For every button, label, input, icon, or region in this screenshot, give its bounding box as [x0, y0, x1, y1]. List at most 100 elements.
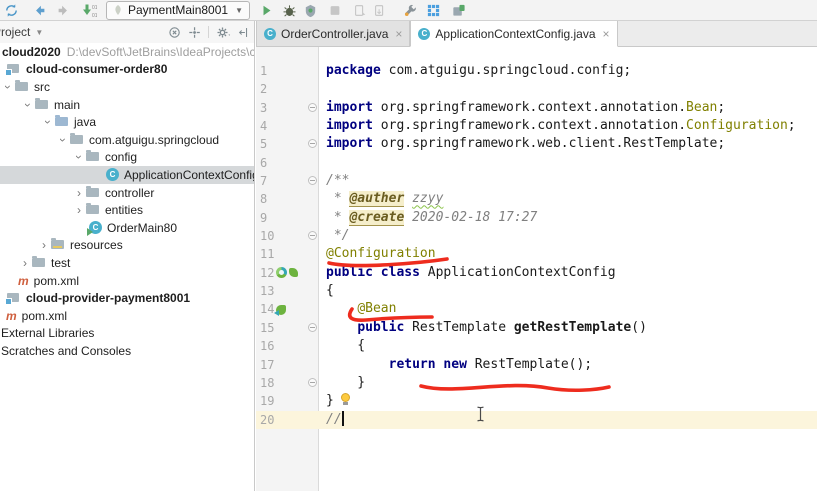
tree-item-scratches-and-consoles[interactable]: Scratches and Consoles [0, 342, 254, 360]
tree-item-com-atguigu-springcloud[interactable]: › com.atguigu.springcloud [0, 131, 254, 149]
tab-ordercontroller-java[interactable]: C OrderController.java × [256, 21, 411, 46]
code-line[interactable]: 9 * @create 2020-02-18 17:27 [256, 209, 817, 227]
forward-arrow-icon[interactable] [56, 1, 70, 19]
attach-profiler-icon[interactable] [373, 1, 387, 19]
coverage-icon[interactable] [303, 1, 318, 19]
chevron-expanded-icon[interactable]: › [1, 82, 15, 92]
close-icon[interactable]: × [603, 28, 610, 40]
fold-marker-icon[interactable] [307, 377, 317, 387]
code-line[interactable]: 8 * @auther zzyy [256, 190, 817, 208]
tab-applicationcontextconfig-java[interactable]: C ApplicationContextConfig.java × [410, 21, 618, 47]
debug-icon[interactable] [282, 1, 297, 19]
chevron-collapsed-icon[interactable]: › [74, 204, 84, 216]
code-line[interactable]: 7 /** [256, 172, 817, 190]
tree-item-ordermain80[interactable]: C OrderMain80 [0, 219, 254, 237]
code-line[interactable]: 1 package com.atguigu.springcloud.config… [256, 62, 817, 80]
tree-item-external-libraries[interactable]: External Libraries [0, 325, 254, 343]
code-line[interactable]: 16 { [256, 337, 817, 355]
settings-gear-icon[interactable] [215, 25, 232, 40]
line-number: 1 [260, 64, 268, 78]
tree-item-src[interactable]: › src [0, 78, 254, 96]
tree-item-java[interactable]: › java [0, 113, 254, 131]
intention-bulb-icon[interactable] [340, 393, 351, 407]
chevron-expanded-icon[interactable]: › [56, 135, 70, 145]
hide-panel-icon[interactable] [238, 25, 251, 40]
line-number: 12 [260, 265, 275, 280]
fold-marker-icon[interactable] [307, 176, 317, 186]
sync-icon[interactable] [4, 1, 19, 19]
chevron-collapsed-icon[interactable]: › [20, 257, 30, 269]
code-line[interactable]: 12 public class ApplicationContextConfig [256, 264, 817, 282]
code-line[interactable]: 20 // [256, 410, 817, 429]
code-line[interactable]: 13 { [256, 282, 817, 300]
back-arrow-icon[interactable] [33, 1, 47, 19]
tree-item-entities[interactable]: › entities [0, 201, 254, 219]
run-configuration-selector[interactable]: PaymentMain8001 ▼ [106, 0, 250, 20]
chevron-expanded-icon[interactable]: › [41, 117, 55, 127]
code-line[interactable]: 4 import org.springframework.context.ann… [256, 117, 817, 135]
code-line[interactable]: 11 @Configuration [256, 245, 817, 263]
tree-item-pom-xml[interactable]: m pom.xml [0, 272, 254, 290]
code-line[interactable]: 5 import org.springframework.web.client.… [256, 135, 817, 153]
code-line[interactable]: 15 public RestTemplate getRestTemplate() [256, 319, 817, 337]
project-panel-title[interactable]: Project [0, 25, 30, 39]
folder-icon [32, 255, 45, 267]
chevron-collapsed-icon[interactable]: › [39, 239, 49, 251]
code-line[interactable]: 2 [256, 80, 817, 98]
code-line[interactable]: 10 */ [256, 227, 817, 245]
stop-icon[interactable] [328, 1, 342, 19]
line-number: 7 [260, 174, 268, 189]
sdk-manager-wrench-icon[interactable] [403, 1, 418, 19]
run-icon[interactable] [260, 1, 274, 19]
update-project-icon[interactable]: 01 01 [81, 1, 97, 19]
run-configuration-label: PaymentMain8001 [128, 3, 229, 17]
tree-item-pom-xml[interactable]: m pom.xml [0, 307, 254, 325]
tree-item-resources[interactable]: › resources [0, 237, 254, 255]
spring-class-gutter-icon[interactable] [276, 267, 287, 279]
maven-file-icon: m [18, 273, 29, 288]
code-line[interactable]: 14 @Bean [256, 300, 817, 318]
ide-window: { "toolbar": { "icons": [ {"name":"sync-… [0, 0, 817, 491]
code-line[interactable]: 18 } [256, 374, 817, 392]
project-panel-header: Project ▼ [0, 21, 254, 43]
class-icon: C [106, 168, 119, 182]
code-line[interactable]: 19 } [256, 392, 817, 410]
module-icon [5, 292, 19, 305]
code-line[interactable]: 6 [256, 154, 817, 172]
code-line[interactable]: 3 import org.springframework.context.ann… [256, 99, 817, 117]
spring-leaf-gutter-icon[interactable] [289, 268, 298, 278]
spring-bean-gutter-icon[interactable] [274, 304, 286, 316]
folder-icon [70, 132, 83, 144]
locate-file-icon[interactable] [168, 25, 182, 40]
tree-item-applicationcontextconfig[interactable]: C ApplicationContextConfig [0, 166, 254, 184]
tree-item-test[interactable]: › test [0, 254, 254, 272]
tree-item-cloud2020[interactable]: cloud2020 D:\devSoft\JetBrains\IdeaProjec… [0, 43, 254, 61]
fold-marker-icon[interactable] [307, 322, 317, 332]
line-number: 14 [260, 302, 275, 317]
code-editor[interactable]: 1 package com.atguigu.springcloud.config… [256, 47, 817, 491]
fold-marker-icon[interactable] [307, 139, 317, 149]
tree-item-config[interactable]: › config [0, 149, 254, 167]
tree-item-main[interactable]: › main [0, 96, 254, 114]
tree-item-cloud-consumer-order80[interactable]: cloud-consumer-order80 [0, 61, 254, 79]
line-number: 18 [260, 375, 275, 390]
text-caret [341, 410, 344, 426]
class-icon: C [418, 27, 431, 40]
scroll-to-source-icon[interactable] [188, 25, 202, 40]
tree-item-cloud-provider-payment8001[interactable]: cloud-provider-payment8001 [0, 289, 254, 307]
line-number: 9 [260, 210, 268, 225]
code-line[interactable]: 17 return new RestTemplate(); [256, 356, 817, 374]
line-number: 20 [260, 412, 275, 427]
device-manager-icon[interactable] [451, 1, 466, 19]
fold-marker-icon[interactable] [307, 231, 317, 241]
chevron-expanded-icon[interactable]: › [72, 152, 86, 162]
chevron-expanded-icon[interactable]: › [21, 100, 35, 110]
close-icon[interactable]: × [395, 28, 402, 40]
fold-marker-icon[interactable] [307, 102, 317, 112]
chevron-collapsed-icon[interactable]: › [74, 187, 84, 199]
line-number: 19 [260, 394, 275, 409]
device-grid-icon[interactable] [426, 1, 441, 19]
line-number: 3 [260, 100, 268, 115]
profiler-icon[interactable] [353, 1, 367, 19]
tree-item-controller[interactable]: › controller [0, 184, 254, 202]
